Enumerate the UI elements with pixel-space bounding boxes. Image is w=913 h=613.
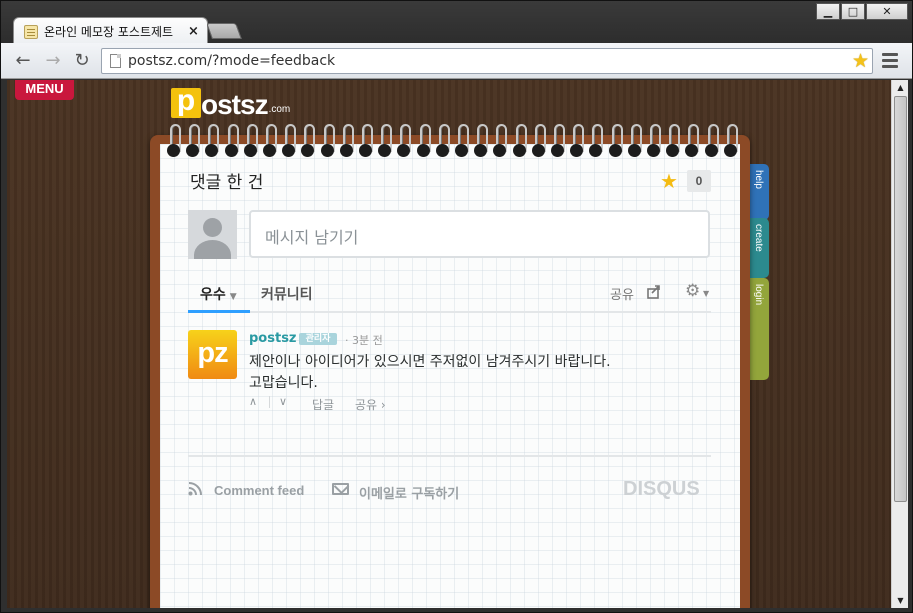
spiral-ring [474, 124, 489, 160]
tabs-divider [188, 311, 711, 313]
comment-feed-link[interactable]: Comment feed [214, 483, 304, 498]
tab-community[interactable]: 커뮤니티 [261, 284, 313, 304]
spiral-ring [397, 124, 412, 160]
spiral-ring [551, 124, 566, 160]
logo-suffix: .com [268, 104, 291, 115]
login-tab[interactable]: login [749, 278, 769, 380]
spiral-ring [205, 124, 220, 160]
post-share-button[interactable]: 공유 › [355, 396, 386, 413]
page-icon [110, 54, 121, 68]
tab-best[interactable]: 우수 ▼ [188, 284, 250, 313]
spiral-ring [167, 124, 181, 160]
spiral-ring [531, 124, 546, 160]
post-author[interactable]: postsz [249, 331, 297, 346]
reply-button[interactable]: 답글 [312, 396, 334, 413]
browser-window: 온라인 메모장 포스트제트 × ▁ □ ✕ ← → ↻ postsz.com/?… [0, 0, 913, 613]
spiral-ring [723, 124, 738, 160]
comment-count-title: 댓글 한 건 [190, 173, 264, 193]
spiral-ring [243, 124, 258, 160]
logo-text: ostsz [201, 89, 269, 120]
post-body-line: 고맙습니다. [249, 375, 318, 391]
tab-best-label: 우수 [200, 287, 226, 303]
share-icon[interactable] [647, 285, 661, 299]
gear-chevron-down-icon[interactable]: ▼ [703, 289, 709, 298]
spiral-ring [301, 124, 316, 160]
vertical-scrollbar[interactable]: ▲ ▼ [891, 80, 908, 608]
tab-title: 온라인 메모장 포스트제트 [44, 25, 174, 39]
rss-icon[interactable] [188, 482, 202, 496]
notepad-favicon-icon [24, 24, 38, 39]
recommend-star-icon[interactable]: ★ [660, 169, 678, 193]
share-button[interactable]: 공유 [610, 284, 634, 303]
spiral-binding [167, 124, 738, 160]
chevron-down-icon: ▼ [229, 292, 237, 302]
spiral-ring [455, 124, 470, 160]
minimize-button[interactable]: ▁ [816, 3, 840, 20]
upvote-icon[interactable]: ∧ [249, 395, 257, 408]
spiral-ring [666, 124, 681, 160]
scrollbar-thumb[interactable] [894, 96, 907, 502]
vote-divider [269, 396, 270, 408]
downvote-icon[interactable]: ∨ [279, 395, 287, 408]
tab-close-icon[interactable]: × [188, 24, 199, 39]
postsz-logo[interactable]: p ostsz .com [171, 86, 291, 120]
spiral-ring [589, 124, 604, 160]
maximize-button[interactable]: □ [841, 3, 865, 20]
gear-icon[interactable]: ⚙ [685, 281, 700, 301]
reload-icon[interactable]: ↻ [72, 51, 92, 71]
footer-divider [188, 455, 711, 457]
logo-letter: p [171, 86, 201, 118]
bookmark-star-icon[interactable]: ★ [852, 50, 869, 72]
browser-toolbar: ← → ↻ postsz.com/?mode=feedback ★ [1, 43, 912, 79]
spiral-ring [512, 124, 527, 160]
back-arrow-icon[interactable]: ← [13, 51, 33, 71]
spiral-ring [359, 124, 374, 160]
spiral-ring [339, 124, 354, 160]
spiral-ring [435, 124, 450, 160]
help-tab[interactable]: help [749, 164, 769, 220]
post-time[interactable]: · 3분 전 [345, 332, 383, 348]
spiral-ring [704, 124, 719, 160]
url-text[interactable]: postsz.com/?mode=feedback [128, 53, 335, 69]
create-tab[interactable]: create [749, 218, 769, 278]
scroll-down-arrow-icon[interactable]: ▼ [892, 593, 909, 608]
disqus-logo[interactable]: DISQUS [623, 478, 700, 501]
spiral-ring [186, 124, 201, 160]
spiral-ring [570, 124, 585, 160]
subscribe-email-link[interactable]: 이메일로 구독하기 [359, 483, 459, 502]
new-tab-button[interactable] [206, 23, 242, 39]
forward-arrow-icon[interactable]: → [43, 51, 63, 71]
mail-icon[interactable] [332, 483, 349, 495]
chrome-menu-icon[interactable] [882, 53, 898, 69]
spiral-ring [647, 124, 662, 160]
spiral-ring [378, 124, 393, 160]
spiral-ring [608, 124, 623, 160]
menu-button[interactable]: MENU [15, 80, 74, 100]
recommend-count: 0 [687, 170, 711, 192]
title-bar: 온라인 메모장 포스트제트 × ▁ □ ✕ [1, 1, 912, 45]
post-avatar[interactable]: pz [188, 330, 237, 379]
scroll-up-arrow-icon[interactable]: ▲ [892, 80, 909, 95]
address-bar[interactable]: postsz.com/?mode=feedback ★ [101, 48, 873, 74]
moderator-badge: 관리자 [299, 333, 337, 345]
close-window-button[interactable]: ✕ [866, 3, 908, 20]
browser-tab[interactable]: 온라인 메모장 포스트제트 × [13, 17, 208, 45]
spiral-ring [416, 124, 431, 160]
page-content: MENU p ostsz .com help create login 댓글 한… [7, 80, 891, 608]
post-body: 제안이나 아이디어가 있으시면 주저없이 남겨주시기 바랍니다. 고맙습니다. [249, 352, 689, 394]
spiral-ring [282, 124, 297, 160]
spiral-ring [627, 124, 642, 160]
comment-input[interactable]: 메시지 남기기 [249, 210, 710, 258]
spiral-ring [685, 124, 700, 160]
spiral-ring [224, 124, 239, 160]
post-body-line: 제안이나 아이디어가 있으시면 주저없이 남겨주시기 바랍니다. [249, 354, 611, 370]
spiral-ring [320, 124, 335, 160]
spiral-ring [493, 124, 508, 160]
user-avatar [188, 210, 237, 259]
spiral-ring [263, 124, 278, 160]
